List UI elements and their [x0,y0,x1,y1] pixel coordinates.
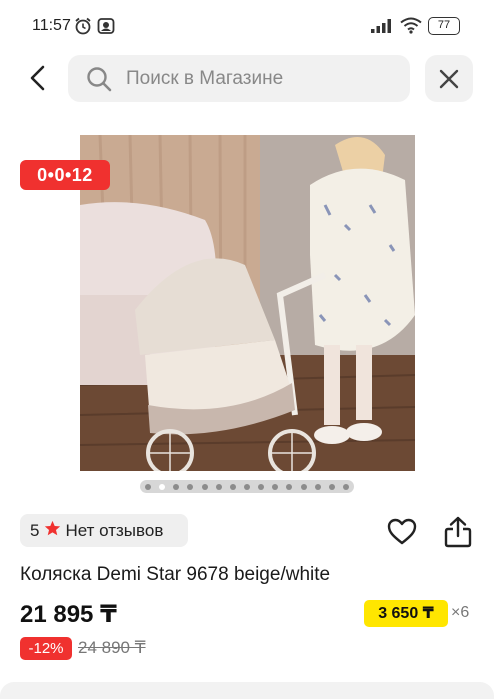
notification-icon [97,17,115,40]
signal-icon [371,19,395,38]
share-button[interactable] [444,516,472,553]
heart-icon [387,518,417,545]
search-box[interactable] [68,55,410,102]
close-button[interactable] [425,55,473,102]
rating-chip[interactable]: 5 Нет отзывов [20,514,188,547]
timer-badge: 0•0•12 [20,160,110,190]
search-icon [85,65,113,98]
battery-icon: 77 [428,17,460,35]
star-icon [44,520,61,542]
carousel-dot[interactable] [314,483,321,490]
carousel-dot[interactable] [145,483,151,490]
carousel-dot[interactable] [328,483,335,490]
back-button[interactable] [20,60,56,96]
carousel-dot[interactable] [229,483,236,490]
status-time: 11:57 [32,17,71,34]
back-arrow-icon [30,65,45,91]
share-icon [444,516,472,548]
search-input[interactable] [126,55,396,102]
status-bar: 11:57 77 [0,0,494,50]
carousel-dot[interactable] [173,483,180,490]
installment-times: ×6 [451,604,470,621]
carousel-dot[interactable] [187,483,194,490]
carousel-dot[interactable] [286,483,293,490]
price-current: 21 895 ₸ [20,601,117,628]
carousel-dot-active[interactable] [159,483,166,490]
alarm-icon [74,17,92,40]
carousel-dot[interactable] [342,483,349,490]
carousel-dot[interactable] [201,483,208,490]
carousel-dot[interactable] [243,483,250,490]
carousel-dot[interactable] [258,483,265,490]
carousel-dot[interactable] [300,483,307,490]
product-image[interactable] [80,135,415,471]
discount-badge: -12% [20,637,72,660]
wifi-icon [400,17,422,39]
carousel-dots[interactable] [140,480,354,493]
price-old: 24 890 ₸ [78,638,146,657]
reviews-label: Нет отзывов [65,520,164,540]
product-title: Коляска Demi Star 9678 beige/white [20,564,331,585]
rating-score: 5 [30,520,40,540]
close-icon [439,69,459,88]
carousel-dot[interactable] [272,483,279,490]
bottom-sheet [0,682,494,699]
installment-badge[interactable]: 3 650 ₸ [364,600,448,627]
favorite-button[interactable] [387,518,417,551]
carousel-dot[interactable] [215,483,222,490]
